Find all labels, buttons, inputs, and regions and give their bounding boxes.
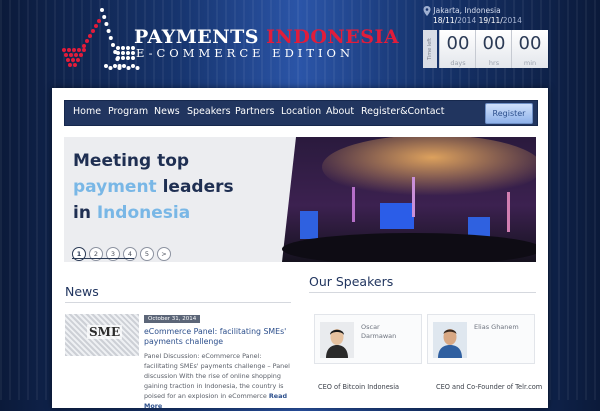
speaker-card[interactable]: Elias Ghanem [427, 314, 535, 364]
nav-about[interactable]: About [326, 106, 354, 117]
hero-headline: Meeting top payment leaders in Indonesia [73, 151, 234, 223]
news-excerpt: Panel Discussion: eCommerce Panel: facil… [144, 352, 290, 410]
event-dates: 18/11/2014 19/11/2014 [433, 16, 522, 25]
news-date-badge: October 31, 2014 [144, 315, 201, 323]
nav-partners[interactable]: Partners [235, 106, 274, 117]
nav-home[interactable]: Home [73, 106, 101, 117]
speaker-name: Oscar Darmawan [361, 323, 397, 340]
news-thumbnail-text: SME [87, 325, 123, 339]
slider-page-5[interactable]: 5 [140, 247, 154, 261]
speaker-role: CEO and Co-Founder of Telr.com [436, 383, 543, 391]
speakers-divider [309, 292, 536, 293]
countdown-label: Time left [423, 30, 437, 68]
speaker-photo [433, 322, 467, 358]
news-headline-link[interactable]: eCommerce Panel: facilitating SMEs' paym… [144, 327, 294, 347]
countdown-minutes: 00 min [511, 30, 548, 68]
nav-speakers[interactable]: Speakers [187, 106, 231, 117]
conference-hall-image [282, 137, 536, 262]
news-divider [65, 302, 291, 303]
countdown-hours: 00 hrs [475, 30, 512, 68]
event-location: Jakarta, Indonesia [423, 6, 501, 16]
brand-title: PAYMENTS INDONESIA [134, 26, 400, 48]
countdown-days: 00 days [439, 30, 476, 68]
speaker-name: Elias Ghanem [474, 323, 519, 331]
speaker-card[interactable]: Oscar Darmawan [314, 314, 422, 364]
register-button[interactable]: Register [485, 103, 533, 124]
map-pin-icon [423, 6, 431, 16]
news-thumbnail[interactable]: SME [65, 314, 139, 356]
countdown-timer: Time left 00 days 00 hrs 00 min [423, 30, 548, 68]
main-panel: Home Program News Speakers Partners Loca… [52, 88, 548, 410]
brand-subtitle: E-COMMERCE EDITION [136, 46, 355, 60]
slider-next-button[interactable]: > [157, 247, 171, 261]
main-nav: Home Program News Speakers Partners Loca… [64, 100, 538, 126]
nav-news[interactable]: News [154, 106, 180, 117]
speaker-photo [320, 322, 354, 358]
nav-location[interactable]: Location [281, 106, 321, 117]
nav-program[interactable]: Program [108, 106, 148, 117]
slider-progress-bar [72, 258, 134, 259]
location-text: Jakarta, Indonesia [433, 6, 501, 15]
news-heading: News [65, 284, 99, 299]
hero-slider: Meeting top payment leaders in Indonesia [64, 137, 536, 262]
speaker-role: CEO of Bitcoin Indonesia [318, 383, 400, 391]
speakers-heading: Our Speakers [309, 274, 394, 289]
nav-register-contact[interactable]: Register&Contact [361, 106, 444, 117]
